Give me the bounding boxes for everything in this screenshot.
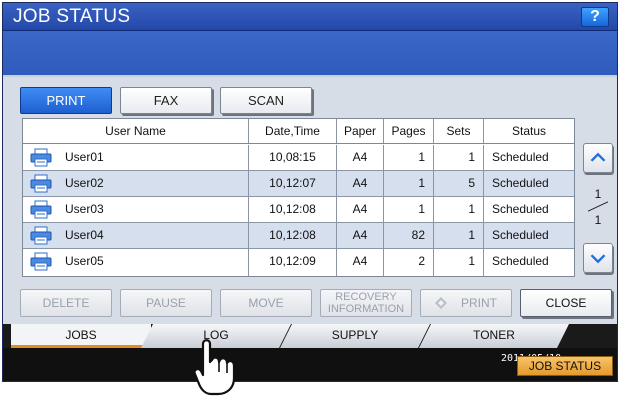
title-bar: JOB STATUS ? [3,3,617,31]
window-title: JOB STATUS [13,6,131,27]
scroll-up-icon [590,152,606,162]
page-divider [587,201,609,212]
status-cell: Scheduled [492,176,549,190]
table-header: User Name Date,Time Paper Pages Sets Sta… [23,119,574,144]
user-name: User01 [65,150,104,164]
datetime-cell: 10,08:15 [249,145,337,170]
user-name: User05 [65,254,104,268]
user-name: User04 [65,228,104,242]
user-name: User02 [65,176,104,190]
paper-cell: A4 [337,249,384,276]
header-date-time: Date,Time [249,119,337,143]
user-cell: User02 [23,171,249,196]
close-button[interactable]: CLOSE [520,289,612,317]
move-button[interactable]: MOVE [220,289,312,317]
scroll-down-icon [590,254,606,264]
print-button[interactable]: PRINT [420,289,512,317]
pages-cell: 1 [384,145,434,170]
header-status: Status [511,124,547,138]
user-cell: User01 [23,145,249,170]
paper-cell: A4 [337,171,384,196]
printer-icon [30,252,52,271]
sets-cell: 1 [434,223,484,248]
tab-fax[interactable]: FAX [120,87,212,114]
table-row[interactable]: User01 10,08:15 A4 1 1 Scheduled [23,145,574,171]
header-band [3,31,617,77]
header-pages: Pages [384,119,434,143]
print-label: PRINT [461,296,497,310]
paper-cell: A4 [337,145,384,170]
scroll-down-button[interactable] [583,243,613,273]
tab-supply[interactable]: SUPPLY [280,324,430,348]
header-paper: Paper [337,119,384,143]
sets-cell: 1 [434,249,484,276]
printer-icon [30,200,52,219]
user-cell: User04 [23,223,249,248]
table-row[interactable]: User05 10,12:09 A4 2 1 Scheduled [23,249,574,276]
page-total: 1 [594,213,602,227]
help-button[interactable]: ? [581,7,609,27]
printer-icon [30,174,52,193]
datetime-cell: 10,12:09 [249,249,337,276]
datetime-cell: 10,12:08 [249,223,337,248]
header-sets: Sets [434,119,484,143]
recovery-label-line2: INFORMATION [327,303,405,315]
print-diamond-icon [435,297,447,309]
tab-jobs[interactable]: JOBS [11,324,151,348]
bottom-tab-bar: JOBS LOG SUPPLY TONER [3,324,617,348]
printer-icon [30,226,52,245]
user-cell: User03 [23,197,249,222]
page-current: 1 [594,187,602,201]
paper-cell: A4 [337,197,384,222]
tab-scan[interactable]: SCAN [220,87,312,114]
pages-cell: 82 [384,223,434,248]
status-cell: Scheduled [492,202,549,216]
user-name: User03 [65,202,104,216]
sets-cell: 5 [434,171,484,196]
job-table: User Name Date,Time Paper Pages Sets Sta… [22,118,575,277]
pages-cell: 1 [384,171,434,196]
status-cell: Scheduled [492,254,549,268]
status-cell: Scheduled [492,228,549,242]
datetime-cell: 10,12:08 [249,197,337,222]
job-status-screen: JOB STATUS ? PRINT FAX SCAN User Name Da… [2,2,618,382]
tab-print[interactable]: PRINT [20,87,112,114]
datetime-cell: 10,12:07 [249,171,337,196]
pause-button[interactable]: PAUSE [120,289,212,317]
recovery-information-button[interactable]: RECOVERY INFORMATION [320,289,412,317]
table-row[interactable]: User04 10,12:08 A4 82 1 Scheduled [23,223,574,249]
user-cell: User05 [23,249,249,276]
status-cell: Scheduled [492,150,549,164]
hand-pointer-icon [193,339,236,396]
sets-cell: 1 [434,197,484,222]
pages-cell: 1 [384,197,434,222]
paper-cell: A4 [337,223,384,248]
delete-button[interactable]: DELETE [20,289,112,317]
pages-cell: 2 [384,249,434,276]
scroll-up-button[interactable] [583,143,613,173]
sets-cell: 1 [434,145,484,170]
printer-icon [30,148,52,167]
header-user-name: User Name [23,119,249,143]
job-status-button[interactable]: JOB STATUS [517,356,613,376]
status-bar: 2011/05/10 12:11 JOB STATUS [3,348,617,381]
recovery-label-line1: RECOVERY [335,291,397,303]
table-row[interactable]: User03 10,12:08 A4 1 1 Scheduled [23,197,574,223]
table-row[interactable]: User02 10,12:07 A4 1 5 Scheduled [23,171,574,197]
tab-toner[interactable]: TONER [419,324,569,348]
